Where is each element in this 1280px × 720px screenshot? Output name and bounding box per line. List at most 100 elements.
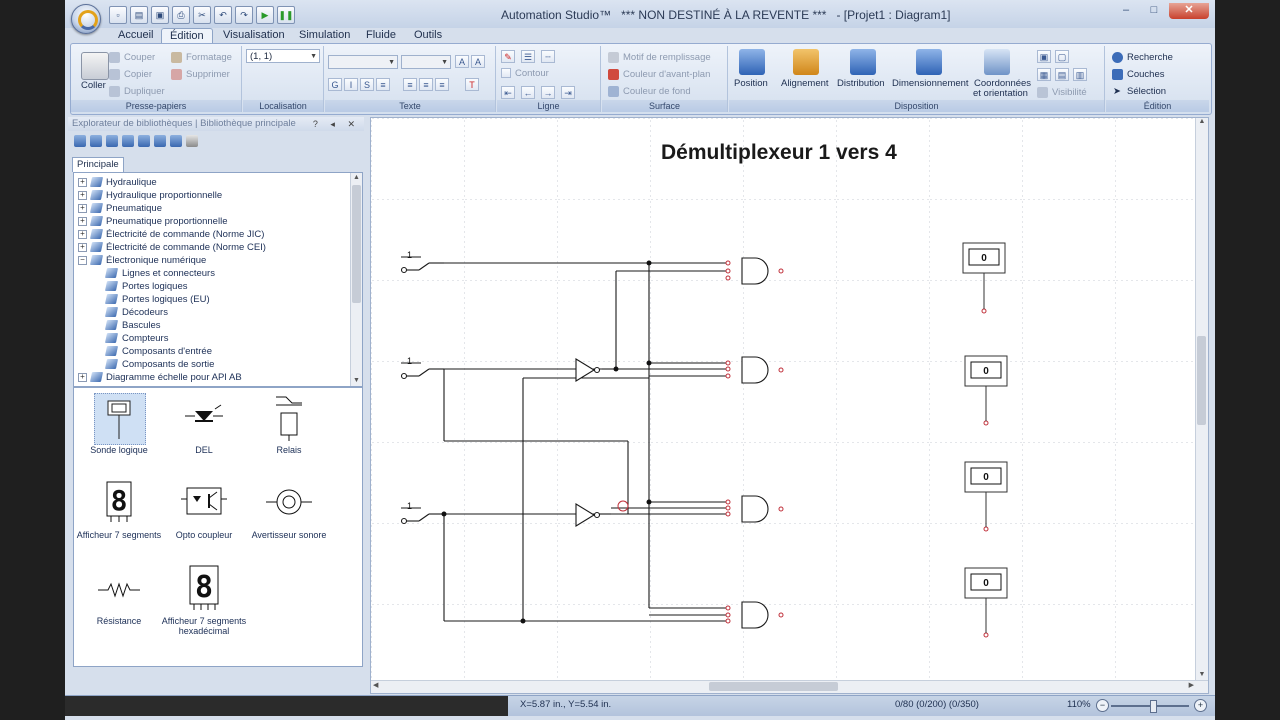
diagram-drawing[interactable]: 1 1 1 0 0 0 0 [371,118,1208,693]
distribution-icon[interactable] [850,49,876,75]
tab-principale[interactable]: Principale [72,157,124,172]
arrow-right-icon[interactable]: → [541,86,555,99]
line-start-icon[interactable]: ⇤ [501,86,515,99]
font-color-icon[interactable]: T [465,78,479,91]
sizing-icon[interactable] [916,49,942,75]
app-window: ▫ ▤ ▣ ⎙ ✂ ↶ ↷ ▶ ❚❚ Automation Studio™ **… [65,0,1215,720]
component-item[interactable]: 8 Afficheur 7 segments hexadécimal [162,564,246,644]
bold-icon[interactable]: G [328,78,342,91]
new-icon[interactable]: ▫ [109,6,127,24]
copy-button[interactable]: Copier [124,69,152,80]
distribution-button[interactable]: Distribution [837,78,885,89]
arrow-left-icon[interactable]: ← [521,86,535,99]
background-color-button[interactable]: Couleur de fond [623,86,691,97]
coordinates-icon[interactable] [984,49,1010,75]
line-style-icon[interactable]: ┄ [541,50,555,63]
maximize-button[interactable]: □ [1141,3,1167,19]
bring-front-icon[interactable]: ▣ [1037,50,1051,63]
contour-checkbox[interactable] [501,68,511,78]
undo-icon[interactable]: ↶ [214,6,232,24]
underline-icon[interactable]: S [360,78,374,91]
align-right-icon[interactable]: ≡ [435,78,449,91]
component-item[interactable]: 8 Afficheur 7 segments [77,478,161,553]
alignment-button[interactable]: Alignement [781,78,829,89]
panel-buttons[interactable]: ? ◂ ✕ [313,117,360,131]
app-menu-button[interactable] [71,4,101,34]
component-item[interactable]: Relais [249,393,329,468]
component-item[interactable]: Opto coupleur [164,478,244,553]
tab-accueil[interactable]: Accueil [110,28,161,44]
font-size-select[interactable]: ▼ [401,55,451,69]
foreground-color-button[interactable]: Couleur d'avant-plan [623,69,710,80]
minimize-button[interactable]: – [1113,3,1139,19]
sizing-button[interactable]: Dimensionnement [892,78,969,89]
tab-outils[interactable]: Outils [406,28,450,44]
component-item[interactable]: DEL [164,393,244,468]
library-new-icon[interactable] [90,135,102,147]
redo-icon[interactable]: ↷ [235,6,253,24]
visibility-button[interactable]: Visibilité [1052,87,1087,98]
location-field[interactable]: (1, 1) ▼ [246,49,320,63]
tab-simulation[interactable]: Simulation [291,28,358,44]
fill-pattern-button[interactable]: Motif de remplissage [623,52,711,63]
component-item[interactable]: Sonde logique [79,393,159,468]
and-gate-1[interactable] [741,257,769,285]
position-icon[interactable] [739,49,765,75]
ribbon: Coller Couper Copier Dupliquer Formatage… [70,43,1212,115]
line-end-icon[interactable]: ⇥ [561,86,575,99]
position-button[interactable]: Position [734,78,768,89]
run-icon[interactable]: ▶ [256,6,274,24]
zoom-slider-knob[interactable] [1150,700,1157,713]
diagram-canvas[interactable]: 1 1 1 0 0 0 0 Démultiplexeur 1 vers 4 ▲ … [370,117,1209,694]
font-grow-icon[interactable]: A [455,55,469,68]
lock-icon[interactable] [186,135,198,147]
library-tree-icon[interactable] [154,135,166,147]
and-gate-3[interactable] [741,495,769,523]
layers-button[interactable]: Couches [1127,69,1165,80]
ungroup-icon[interactable]: ▤ [1055,68,1069,81]
paste-button[interactable]: Coller [81,80,106,91]
and-gate-4[interactable] [741,601,769,629]
library-open-icon[interactable] [74,135,86,147]
tab-fluide[interactable]: Fluide [358,28,404,44]
alignment-icon[interactable] [793,49,819,75]
window-controls: – □ ✕ [1113,3,1209,19]
italic-icon[interactable]: I [344,78,358,91]
canvas-horizontal-scrollbar[interactable]: ◀ ▶ [371,680,1208,693]
library-save-icon[interactable] [106,135,118,147]
font-shrink-icon[interactable]: A [471,55,485,68]
lock-icon[interactable]: ▥ [1073,68,1087,81]
cut-button[interactable]: Couper [124,52,155,63]
open-icon[interactable]: ▤ [130,6,148,24]
pause-icon[interactable]: ❚❚ [277,6,295,24]
component-item[interactable]: Avertisseur sonore [249,478,329,553]
paste-icon[interactable] [81,52,109,80]
tree-scrollbar[interactable]: ▲ ▼ [350,173,362,386]
library-props-icon[interactable] [138,135,150,147]
send-back-icon[interactable]: ▢ [1055,50,1069,63]
save-icon[interactable]: ▣ [151,6,169,24]
group-icon[interactable]: ▦ [1037,68,1051,81]
duplicate-button[interactable]: Dupliquer [124,86,165,97]
strikethrough-icon[interactable]: ≡ [376,78,390,91]
line-color-icon[interactable]: ✎ [501,50,515,63]
selection-button[interactable]: Sélection [1127,86,1166,97]
zoom-in-button[interactable]: + [1194,699,1207,712]
align-center-icon[interactable]: ≡ [419,78,433,91]
library-edit-icon[interactable] [122,135,134,147]
tab-visualisation[interactable]: Visualisation [215,28,293,44]
close-button[interactable]: ✕ [1169,3,1209,19]
and-gate-2[interactable] [741,356,769,384]
cut-icon[interactable]: ✂ [193,6,211,24]
line-width-icon[interactable]: ☰ [521,50,535,63]
library-tree2-icon[interactable] [170,135,182,147]
format-button[interactable]: Formatage [186,52,232,63]
search-button[interactable]: Recherche [1127,52,1173,63]
component-item[interactable]: Résistance [79,564,159,639]
canvas-vertical-scrollbar[interactable]: ▲ ▼ [1195,118,1208,681]
delete-button[interactable]: Supprimer [186,69,230,80]
align-left-icon[interactable]: ≡ [403,78,417,91]
font-name-select[interactable]: ▼ [328,55,398,69]
print-icon[interactable]: ⎙ [172,6,190,24]
zoom-out-button[interactable]: − [1096,699,1109,712]
